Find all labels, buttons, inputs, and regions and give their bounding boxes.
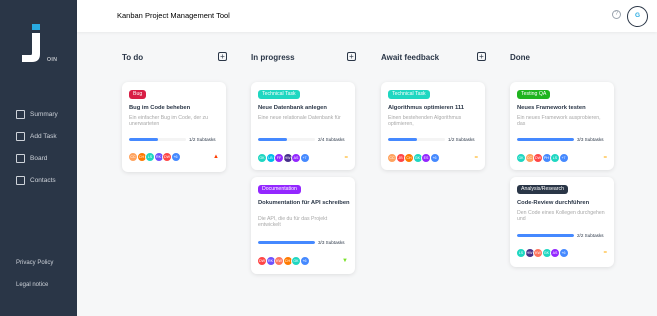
subtask-count: 1/2 Subtasks [448,137,475,142]
column-title-todo: To do [122,53,144,62]
progress-fill [129,138,158,141]
subtask-progress-bar [517,234,574,237]
task-description: Die API, die du für das Projekt entwicke… [258,216,328,229]
nav-label: Summary [30,110,58,118]
column-title-await-feedback: Await feedback [381,53,440,62]
subtask-progress-bar [388,138,445,141]
summary-icon [16,109,25,119]
task-card[interactable]: Technical Task Algorithmus optimieren 11… [381,82,485,170]
task-card[interactable]: Analysis/Research Code-Review durchführe… [510,177,614,267]
join-logo[interactable]: OIN [18,24,57,64]
subtask-count: 2/2 Subtasks [577,233,604,238]
add-task-await-feedback-button[interactable]: + [477,52,486,61]
priority-urgent-icon: ▲ [213,154,219,160]
priority-medium-icon: = [344,155,348,161]
column-title-in-progress: In progress [251,53,295,62]
subtask-count: 1/2 Subtasks [189,137,216,142]
nav-item-summary[interactable]: Summary [16,108,58,120]
add-task-icon [16,131,25,141]
nav-item-add-task[interactable]: Add Task [16,130,57,142]
priority-medium-icon: = [603,250,607,256]
category-tag: Analysis/Research [517,185,568,194]
nav-label: Add Task [30,132,57,140]
privacy-policy-link[interactable]: Privacy Policy [16,260,53,266]
task-description: Einen bestehenden Algorithmus optimieren… [388,115,462,128]
category-tag: Technical Task [258,90,300,99]
progress-fill [517,138,574,141]
logo-icon [22,24,40,62]
assignee-avatar: +6 [429,153,440,163]
column-title-done: Done [510,53,530,62]
assignee-list: CC JB CH GK ES +6 [387,153,440,163]
assignee-avatar: +7 [558,153,569,163]
subtask-progress-bar [517,138,574,141]
nav-item-contacts[interactable]: Contacts [16,174,56,186]
progress-fill [258,241,315,244]
logo-text: OIN [47,57,58,63]
category-tag: Testing QA [517,90,551,99]
task-title: Algorithmus optimieren 111 [388,105,465,111]
priority-medium-icon: = [603,155,607,161]
task-title: Dokumentation für API schreiben [258,200,350,206]
nav-label: Board [30,154,48,162]
task-description: Den Code eines Kollegen durchgehen und [517,210,605,223]
app-title: Kanban Project Management Tool [117,11,230,20]
assignee-avatar: +6 [558,248,569,258]
add-task-todo-button[interactable]: + [218,52,227,61]
progress-fill [258,138,287,141]
assignee-list: DW RK KW CH GK +6 [257,256,310,266]
progress-fill [388,138,417,141]
assignee-list: GK CC DW PH LS +7 [516,153,569,163]
task-card[interactable]: Testing QA Neues Framework testen Ein ne… [510,82,614,170]
assignee-avatar: +6 [170,152,181,162]
priority-medium-icon: = [474,155,478,161]
legal-notice-link[interactable]: Legal notice [16,282,48,288]
sidebar: OIN Summary Add Task Board Contacts Priv… [0,0,77,316]
task-title: Neue Datenbank anlegen [258,105,327,111]
nav-item-board[interactable]: Board [16,152,47,164]
nav-label: Contacts [30,176,56,184]
subtask-count: 3/3 Subtasks [577,137,604,142]
task-title: Bug im Code beheben [129,105,191,111]
category-tag: Technical Task [388,90,430,99]
assignee-avatar: +6 [299,256,310,266]
subtask-progress-bar [258,241,315,244]
subtask-count: 3/3 Subtasks [318,240,345,245]
assignee-avatar: +7 [299,153,310,163]
task-card[interactable]: Technical Task Neue Datenbank anlegen Ei… [251,82,355,170]
subtask-progress-bar [129,138,186,141]
progress-fill [517,234,574,237]
task-card[interactable]: Bug Bug im Code beheben Ein einfacher Bu… [122,82,226,172]
task-description: Eine neue relationale Datenbank für [258,115,341,121]
board-icon [16,153,25,163]
task-title: Code-Review durchführen [517,200,590,206]
assignee-list: GK LB FF HW AS +7 [257,153,310,163]
task-description: Ein einfacher Bug im Code, der zu unerwa… [129,115,209,128]
category-tag: Documentation [258,185,301,194]
top-header: Kanban Project Management Tool ? G [77,0,657,32]
subtask-progress-bar [258,138,315,141]
help-icon[interactable]: ? [612,10,621,19]
task-card[interactable]: Documentation Dokumentation für API schr… [251,177,355,274]
priority-low-icon: ▼ [342,258,348,264]
contacts-icon [16,175,25,185]
task-description: Ein neues Framework ausprobieren, das [517,115,601,128]
category-tag: Bug [129,90,147,99]
subtask-count: 2/4 Subtasks [318,137,345,142]
assignee-list: CC CH LS RK DW +6 [128,152,181,162]
add-task-in-progress-button[interactable]: + [347,52,356,61]
user-avatar[interactable]: G [627,6,648,27]
assignee-list: LS HW KW GK AS +6 [516,248,569,258]
task-title: Neues Framework testen [517,105,586,111]
